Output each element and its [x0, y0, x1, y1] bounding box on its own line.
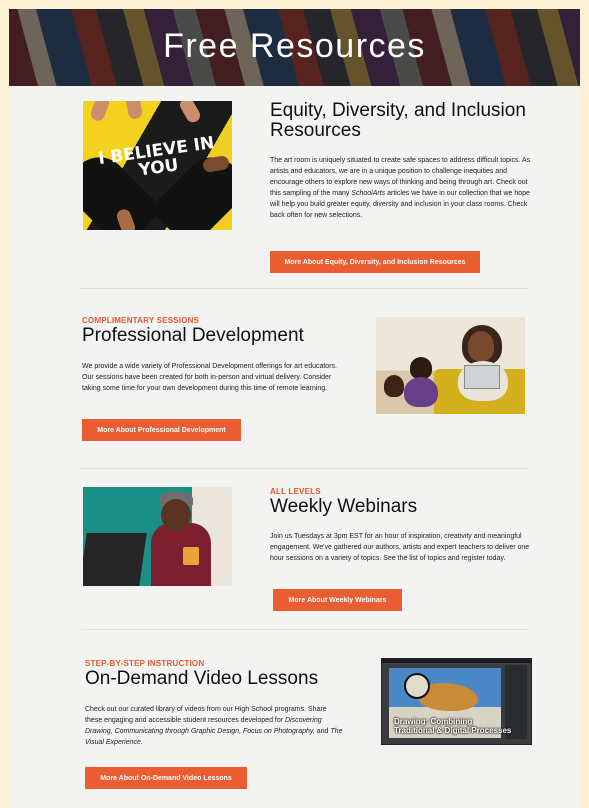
edi-title: Equity, Diversity, and Inclusion Resourc…	[270, 100, 526, 141]
edi-more-button[interactable]: More About Equity, Diversity, and Inclus…	[270, 251, 480, 273]
divider	[81, 468, 529, 469]
pd-more-button[interactable]: More About Professional Development	[82, 419, 241, 441]
divider	[81, 288, 529, 289]
webinars-title: Weekly Webinars	[270, 496, 418, 517]
webinars-more-button[interactable]: More About Weekly Webinars	[273, 589, 402, 611]
video-title: On-Demand Video Lessons	[85, 668, 319, 689]
divider	[81, 629, 529, 630]
webinars-body: Join us Tuesdays at 3pm EST for an hour …	[270, 533, 530, 562]
webinars-eyebrow: ALL LEVELS	[270, 487, 321, 496]
webinars-image	[83, 487, 232, 586]
page: Free Resources I BELIEVE IN YOU Equity, …	[9, 9, 580, 808]
video-body-text-2: and	[314, 728, 331, 735]
pd-image	[376, 317, 525, 414]
pd-title: Professional Development	[82, 325, 304, 346]
video-thumbnail[interactable]: Drawing: Combining Traditional & Digital…	[381, 658, 532, 745]
pd-body: We provide a wide variety of Professiona…	[82, 363, 337, 392]
hero-banner: Free Resources	[9, 9, 580, 86]
pd-eyebrow: COMPLIMENTARY SESSIONS	[82, 316, 200, 325]
video-eyebrow: STEP-BY-STEP INSTRUCTION	[85, 659, 205, 668]
page-title: Free Resources	[163, 27, 426, 65]
video-body: Check out our curated library of videos …	[85, 704, 345, 748]
video-thumbnail-caption: Drawing: Combining Traditional & Digital…	[394, 717, 511, 735]
video-caption-line-2: Traditional & Digital Processes	[394, 726, 512, 735]
edi-body: The art room is uniquely situated to cre…	[270, 155, 532, 221]
edi-image: I BELIEVE IN YOU	[83, 101, 232, 230]
video-caption-line-1: Drawing: Combining	[394, 717, 473, 726]
edi-body-emphasis: SchoolArts	[351, 190, 386, 197]
video-more-button[interactable]: More About On-Demand Video Lessons	[85, 767, 247, 789]
